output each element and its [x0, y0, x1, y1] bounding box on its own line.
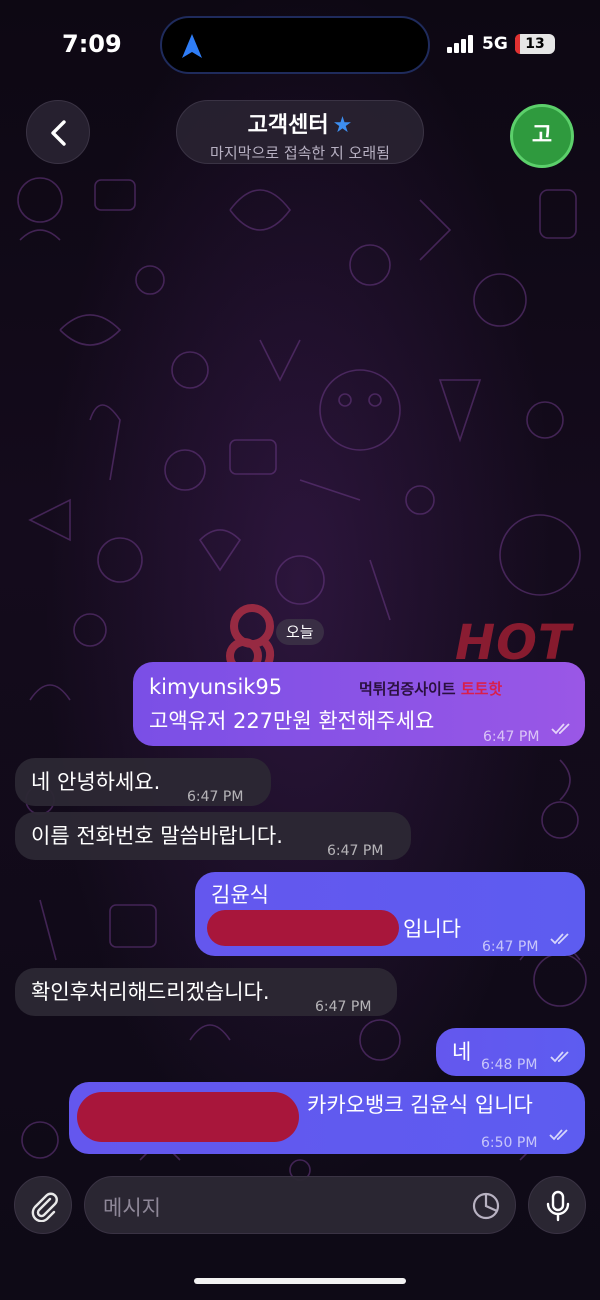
back-button[interactable] — [26, 100, 90, 164]
double-check-icon — [551, 723, 570, 735]
message-text: 네 안녕하세요. — [31, 770, 161, 794]
message-text: 네 — [452, 1040, 472, 1064]
message-text: 확인후처리해드리겠습니다. — [31, 980, 270, 1004]
watermark-caption: 먹튀검증사이트 토토핫 — [359, 674, 502, 704]
battery-percent: 13 — [525, 36, 545, 52]
redaction-mark — [77, 1092, 299, 1142]
date-separator: 오늘 — [276, 619, 324, 645]
signal-icon — [447, 35, 473, 53]
chat-title-pill[interactable]: 고객센터 ★ 마지막으로 접속한 지 오래됨 — [176, 100, 424, 164]
message-outgoing[interactable]: 카카오뱅크 김윤식 입니다 6:50 PM — [69, 1082, 585, 1154]
chat-title: 고객센터 — [247, 113, 329, 138]
network-type: 5G — [482, 34, 508, 54]
message-text: kimyunsik95 — [149, 675, 283, 699]
paperclip-icon — [31, 1192, 58, 1222]
navigation-arrow-icon — [182, 34, 202, 58]
redaction-mark — [207, 910, 399, 946]
message-outgoing[interactable]: kimyunsik95 먹튀검증사이트 토토핫 고액유저 227만원 환전해주세… — [133, 662, 585, 746]
dynamic-island — [160, 16, 430, 74]
message-incoming[interactable]: 이름 전화번호 말씀바랍니다. 6:47 PM — [15, 812, 411, 860]
chat-last-seen: 마지막으로 접속한 지 오래됨 — [210, 144, 390, 162]
battery-fill — [515, 34, 521, 54]
voice-message-button[interactable] — [528, 1176, 586, 1234]
message-text: 입니다 — [403, 917, 461, 941]
message-time: 6:47 PM — [483, 729, 540, 745]
message-time: 6:47 PM — [327, 843, 384, 859]
message-incoming[interactable]: 확인후처리해드리겠습니다. 6:47 PM — [15, 968, 397, 1016]
star-icon: ★ — [332, 113, 353, 138]
double-check-icon — [549, 1129, 568, 1141]
message-outgoing[interactable]: 네 6:48 PM — [436, 1028, 585, 1076]
message-time: 6:47 PM — [315, 999, 372, 1015]
back-chevron-icon — [51, 120, 66, 146]
watermark-caption-prefix: 먹튀검증사이트 — [359, 680, 461, 698]
attach-button[interactable] — [14, 1176, 72, 1234]
message-outgoing[interactable]: 김윤식 입니다 6:47 PM — [195, 872, 585, 956]
message-time: 6:47 PM — [187, 789, 244, 805]
double-check-icon — [550, 1051, 569, 1063]
microphone-icon — [546, 1190, 570, 1222]
status-time: 7:09 — [62, 30, 122, 58]
message-text: 김윤식 — [211, 883, 269, 907]
message-time: 6:47 PM — [482, 939, 539, 955]
status-bar: 7:09 5G 13 — [0, 0, 600, 90]
message-time: 6:48 PM — [481, 1057, 538, 1073]
watermark-caption-brand: 토토핫 — [460, 680, 503, 698]
avatar[interactable]: 고 — [510, 104, 574, 168]
message-text: 카카오뱅크 김윤식 입니다 — [307, 1093, 533, 1117]
message-time: 6:50 PM — [481, 1135, 538, 1151]
message-input[interactable]: 메시지 — [84, 1176, 516, 1234]
message-text: 이름 전화번호 말씀바랍니다. — [31, 824, 283, 848]
message-text: 고액유저 227만원 환전해주세요 — [149, 709, 435, 733]
home-indicator[interactable] — [194, 1278, 406, 1284]
double-check-icon — [550, 933, 569, 945]
message-input-placeholder: 메시지 — [103, 1196, 161, 1220]
battery-indicator: 13 — [515, 34, 555, 54]
message-incoming[interactable]: 네 안녕하세요. 6:47 PM — [15, 758, 271, 806]
chat-title-row: 고객센터 ★ — [177, 107, 423, 139]
sticker-icon[interactable] — [471, 1191, 501, 1221]
